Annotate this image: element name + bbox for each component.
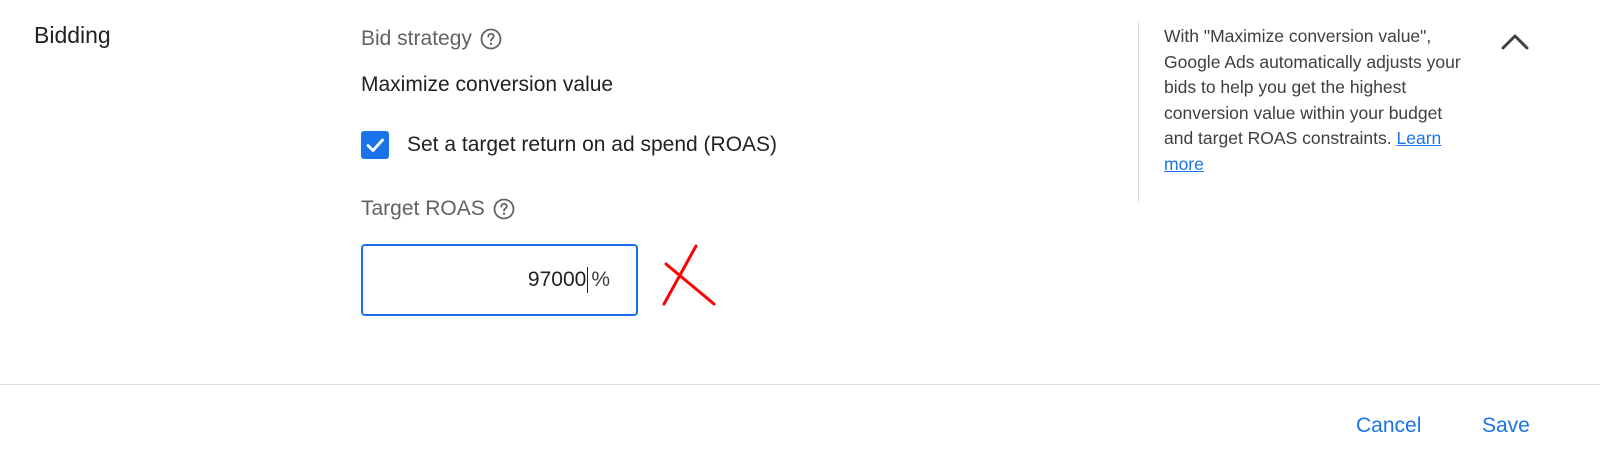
help-panel-divider <box>1138 22 1139 202</box>
help-circle-icon[interactable] <box>479 27 503 51</box>
text-cursor <box>587 267 589 293</box>
target-roas-value[interactable]: 97000 <box>528 268 586 292</box>
checkmark-icon <box>366 138 384 152</box>
target-roas-input[interactable]: 97000% <box>361 244 638 316</box>
bid-strategy-header: Bid strategy <box>361 27 503 51</box>
bid-strategy-label: Bid strategy <box>361 27 472 50</box>
target-roas-unit: % <box>591 268 610 291</box>
save-button[interactable]: Save <box>1482 414 1530 438</box>
roas-checkbox-row[interactable]: Set a target return on ad spend (ROAS) <box>361 131 777 159</box>
section-title: Bidding <box>34 22 111 48</box>
cancel-button[interactable]: Cancel <box>1356 414 1421 438</box>
help-panel: With "Maximize conversion value", Google… <box>1164 24 1474 178</box>
red-x-mark-icon <box>662 244 716 306</box>
target-roas-label: Target ROAS <box>361 197 485 220</box>
chevron-up-icon[interactable] <box>1499 28 1531 54</box>
bid-strategy-value: Maximize conversion value <box>361 73 614 96</box>
target-roas-header: Target ROAS <box>361 197 516 221</box>
roas-checkbox[interactable] <box>361 131 389 159</box>
help-circle-icon[interactable] <box>492 197 516 221</box>
roas-checkbox-label[interactable]: Set a target return on ad spend (ROAS) <box>407 133 777 157</box>
footer-divider <box>0 384 1600 385</box>
